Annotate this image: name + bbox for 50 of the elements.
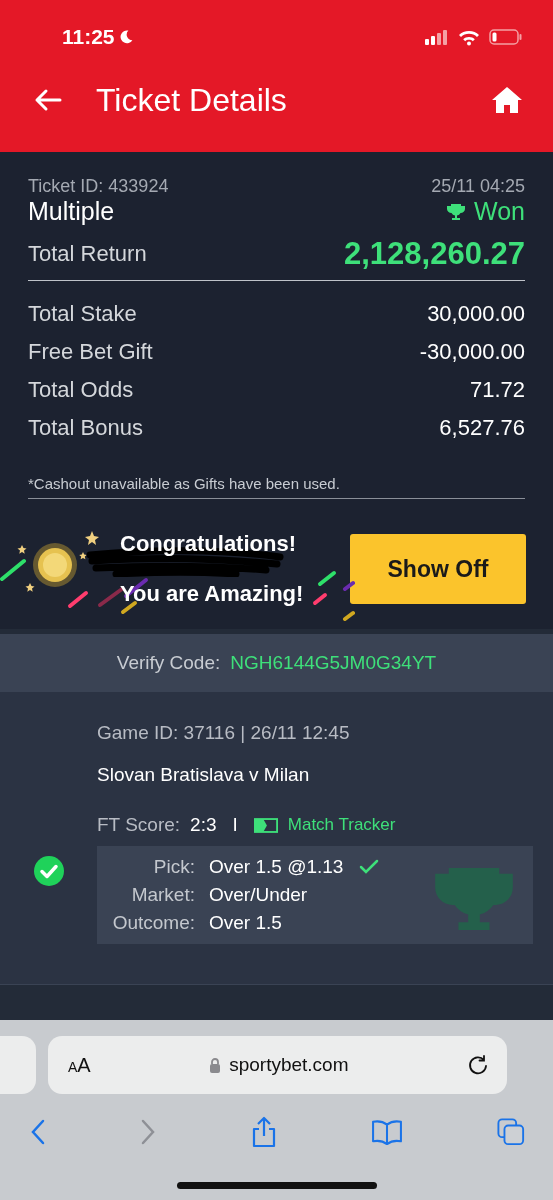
separator: I bbox=[232, 814, 238, 836]
detail-label: Market: bbox=[130, 884, 195, 906]
clock-time: 11:25 bbox=[62, 25, 115, 49]
amazing-text: You are Amazing! bbox=[120, 581, 305, 607]
match-tracker-link[interactable]: Match Tracker bbox=[253, 815, 396, 835]
wifi-icon bbox=[457, 28, 481, 46]
detail-value: Over/Under bbox=[209, 884, 308, 906]
signal-icon bbox=[425, 29, 449, 45]
address-bar[interactable]: aA sportybet.com bbox=[48, 1036, 507, 1094]
home-icon[interactable] bbox=[491, 85, 523, 115]
tracker-icon bbox=[253, 817, 278, 833]
match-name: Slovan Bratislava v Milan bbox=[97, 763, 311, 786]
detail-value: Over 1.5 @1.13 bbox=[209, 856, 344, 878]
share-icon[interactable] bbox=[250, 1116, 277, 1148]
congrats-text: Congratulations! bbox=[120, 531, 297, 557]
detail-label: Pick: bbox=[152, 856, 195, 878]
summary-label: Total Stake bbox=[28, 301, 137, 327]
summary-value: 71.72 bbox=[469, 377, 525, 403]
game-id: Game ID: 37116 | 26/11 12:45 bbox=[97, 722, 351, 744]
reload-icon[interactable] bbox=[467, 1054, 489, 1076]
trophy-icon bbox=[446, 201, 467, 222]
summary-label: Total Bonus bbox=[28, 415, 143, 441]
verify-label: Verify Code: bbox=[116, 652, 221, 674]
cashout-note: *Cashout unavailable as Gifts have been used. bbox=[28, 461, 525, 499]
lock-icon bbox=[209, 1057, 222, 1073]
summary-value: 30,000.00 bbox=[427, 301, 525, 327]
summary-value: -30,000.00 bbox=[419, 339, 525, 365]
battery-icon bbox=[489, 29, 523, 45]
ticket-date: 25/11 04:25 bbox=[431, 176, 525, 197]
book-icon[interactable] bbox=[370, 1119, 403, 1145]
verify-code: NGH6144G5JM0G34YT bbox=[230, 652, 437, 674]
ticket-id: Ticket ID: 433924 bbox=[28, 176, 169, 197]
score-label: FT Score: bbox=[97, 814, 181, 836]
show-off-button[interactable]: Show Off bbox=[350, 534, 526, 604]
back-arrow-icon[interactable] bbox=[34, 88, 62, 112]
summary-value: 6,527.76 bbox=[439, 415, 525, 441]
detail-value: Over 1.5 bbox=[209, 912, 282, 934]
total-return-value: 2,128,260.27 bbox=[344, 236, 525, 272]
ticket-status: Won bbox=[474, 197, 525, 226]
url-text: sportybet.com bbox=[229, 1054, 349, 1076]
detail-label: Outcome: bbox=[111, 912, 195, 934]
tabs-icon[interactable] bbox=[497, 1118, 525, 1146]
page-title: Ticket Details bbox=[96, 81, 288, 119]
total-return-label: Total Return bbox=[28, 241, 147, 267]
summary-label: Total Odds bbox=[28, 377, 134, 403]
bet-type: Multiple bbox=[28, 197, 115, 226]
score-value: 2:3 bbox=[190, 814, 217, 836]
summary-label: Free Bet Gift bbox=[28, 339, 153, 365]
text-size-button[interactable]: aA bbox=[68, 1053, 91, 1077]
back-icon[interactable] bbox=[30, 1119, 46, 1145]
